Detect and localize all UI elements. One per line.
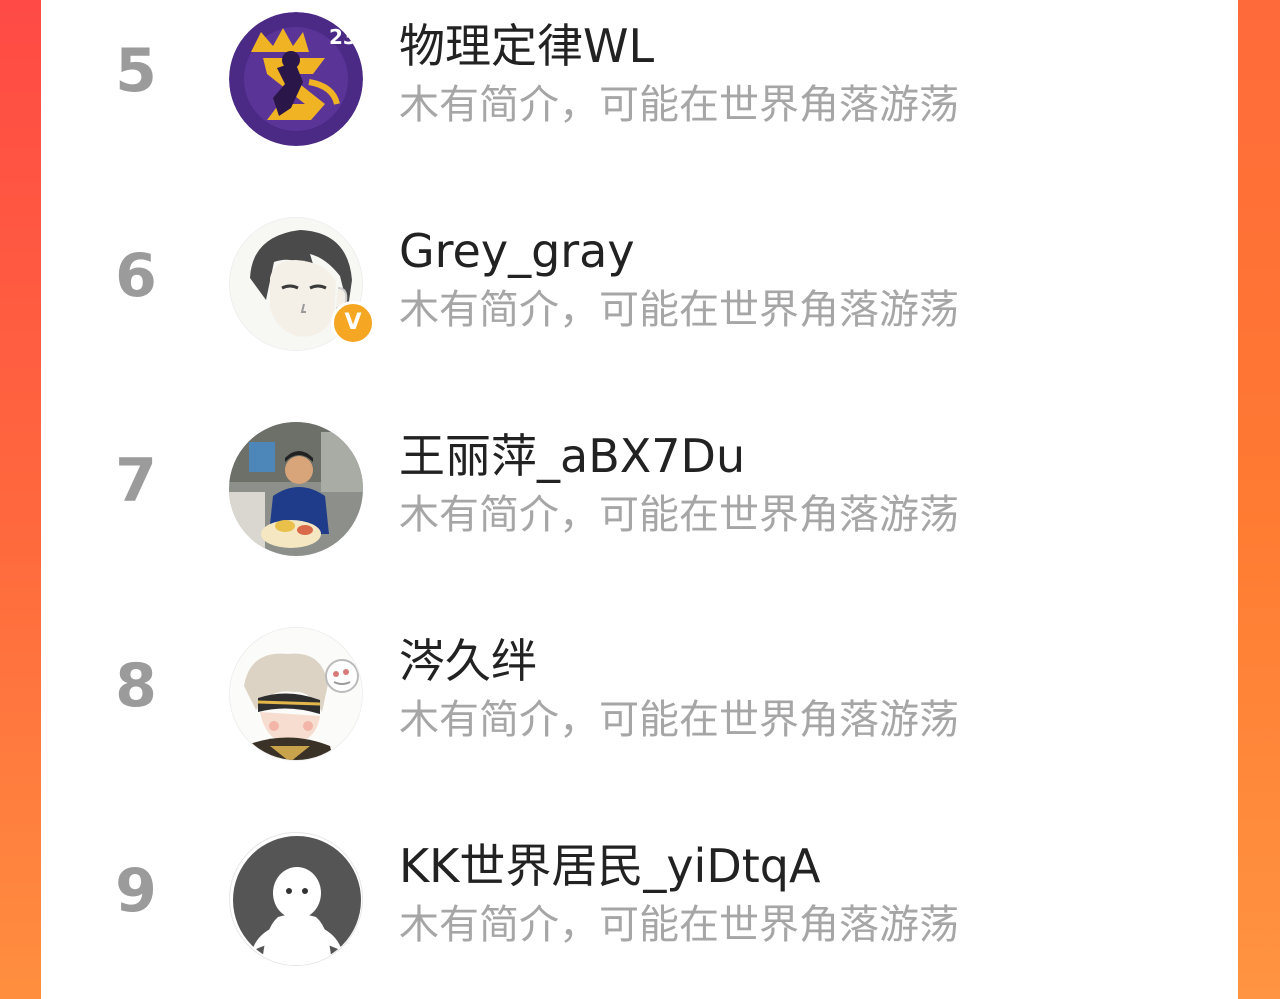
default-user-avatar-icon[interactable] bbox=[229, 832, 363, 966]
verified-badge: V bbox=[331, 301, 375, 345]
list-item[interactable]: 7 王丽萍_aBX7Du 木有简介，可能在世界角落游荡 bbox=[41, 410, 1238, 556]
rank-number: 8 bbox=[115, 651, 157, 721]
list-item[interactable]: 6 V Grey_gray 木有简介，可能在世界角落游荡 bbox=[41, 205, 1238, 351]
user-bio: 木有简介，可能在世界角落游荡 bbox=[399, 902, 959, 948]
user-bio: 木有简介，可能在世界角落游荡 bbox=[399, 697, 959, 743]
ranking-list: 5 23 物理定律WL 木有简介，可能在世界角落游荡 6 V Grey_gray… bbox=[41, 0, 1238, 999]
child-photo-avatar-icon[interactable] bbox=[229, 422, 363, 556]
user-bio: 木有简介，可能在世界角落游荡 bbox=[399, 287, 959, 333]
list-item[interactable]: 9 KK世界居民_yiDtqA 木有简介，可能在世界角落游荡 bbox=[41, 820, 1238, 966]
user-name[interactable]: 涔久绊 bbox=[399, 633, 537, 689]
rank-number: 6 bbox=[115, 241, 157, 311]
user-bio: 木有简介，可能在世界角落游荡 bbox=[399, 82, 959, 128]
user-name[interactable]: 物理定律WL bbox=[399, 18, 654, 74]
rank-number: 9 bbox=[115, 856, 157, 926]
app-screen: 5 23 物理定律WL 木有简介，可能在世界角落游荡 6 V Grey_gray… bbox=[0, 0, 1280, 999]
basketball-player-avatar-icon[interactable]: 23 bbox=[229, 12, 363, 146]
list-item[interactable]: 8 涔久绊 木有简介，可能在世界角落游荡 bbox=[41, 615, 1238, 761]
list-item[interactable]: 5 23 物理定律WL 木有简介，可能在世界角落游荡 bbox=[41, 0, 1238, 146]
rank-number: 7 bbox=[115, 446, 157, 516]
chibi-character-avatar-icon[interactable] bbox=[229, 627, 363, 761]
rank-number: 5 bbox=[115, 36, 157, 106]
user-name[interactable]: KK世界居民_yiDtqA bbox=[399, 838, 820, 894]
user-bio: 木有简介，可能在世界角落游荡 bbox=[399, 492, 959, 538]
user-name[interactable]: 王丽萍_aBX7Du bbox=[399, 428, 745, 484]
jersey-number: 23 bbox=[329, 25, 357, 49]
user-name[interactable]: Grey_gray bbox=[399, 223, 635, 279]
